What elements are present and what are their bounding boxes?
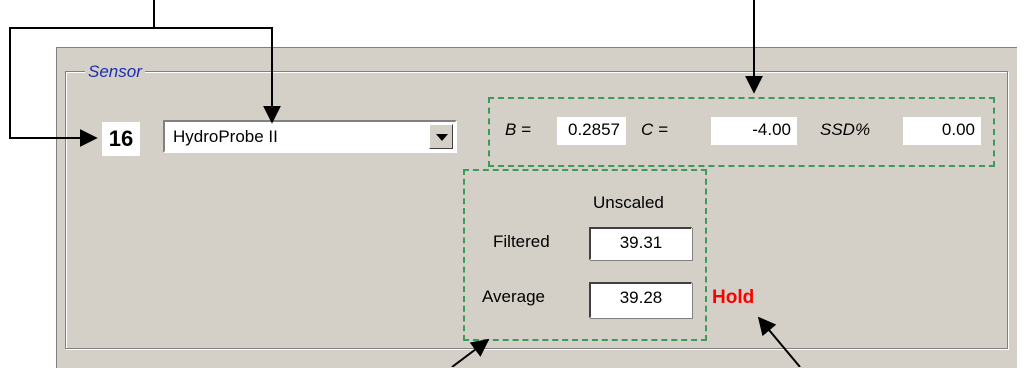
dropdown-arrow-icon [436,134,448,141]
average-label: Average [482,287,546,306]
average-value: 39.28 [589,282,692,318]
unscaled-header: Unscaled [593,193,664,212]
c-label: C = [641,120,668,139]
ssd-label: SSD% [820,120,871,139]
filtered-value: 39.31 [589,227,692,260]
ssd-value: 0.00 [903,117,981,145]
b-label: B = [505,120,531,139]
sensor-model-dropdown[interactable]: HydroProbe II [163,120,457,153]
c-value: -4.00 [711,117,797,145]
b-value: 0.2857 [557,117,626,145]
sensor-number: 16 [102,122,140,156]
hold-status: Hold [712,287,755,308]
filtered-label: Filtered [493,232,550,251]
sensor-model-value: HydroProbe II [173,127,278,146]
group-title: Sensor [85,63,145,81]
dropdown-button[interactable] [429,124,453,149]
